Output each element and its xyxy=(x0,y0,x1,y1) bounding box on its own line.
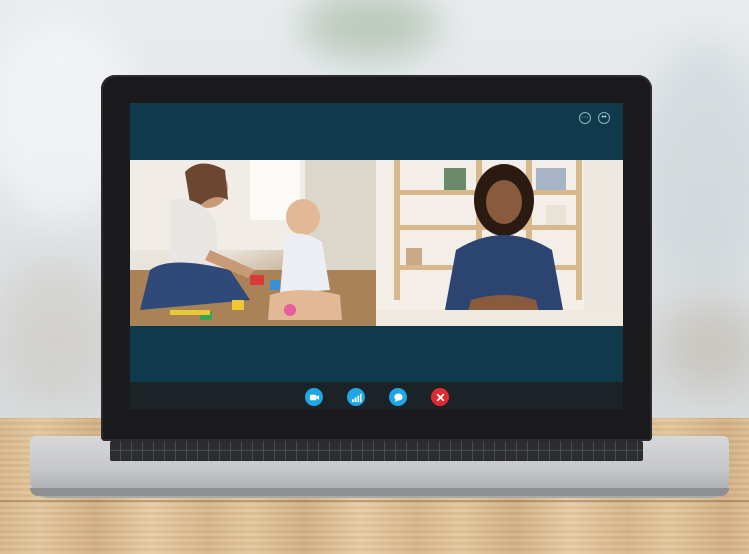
more-options-icon[interactable]: ··· xyxy=(579,112,591,124)
participant-video-left[interactable] xyxy=(130,160,376,326)
chat-bubble-icon xyxy=(393,393,403,402)
call-quality-button[interactable] xyxy=(347,388,365,406)
table-seam xyxy=(0,500,749,502)
close-icon xyxy=(436,393,444,401)
video-toggle-button[interactable] xyxy=(305,388,323,406)
video-call-window: ··· •• xyxy=(130,103,623,409)
participant-left-illustration xyxy=(130,160,376,326)
video-grid xyxy=(130,160,623,326)
participant-video-right[interactable] xyxy=(376,160,623,326)
layout-toggle-icon[interactable]: •• xyxy=(598,112,610,124)
laptop-lip xyxy=(30,488,729,496)
keyboard xyxy=(110,441,643,461)
end-call-button[interactable] xyxy=(431,388,449,406)
chat-button[interactable] xyxy=(389,388,407,406)
signal-icon xyxy=(351,393,362,402)
participant-right-illustration xyxy=(376,160,623,326)
keyboard-row-divider xyxy=(110,450,643,451)
video-camera-icon xyxy=(309,394,319,400)
call-control-bar xyxy=(130,382,623,409)
